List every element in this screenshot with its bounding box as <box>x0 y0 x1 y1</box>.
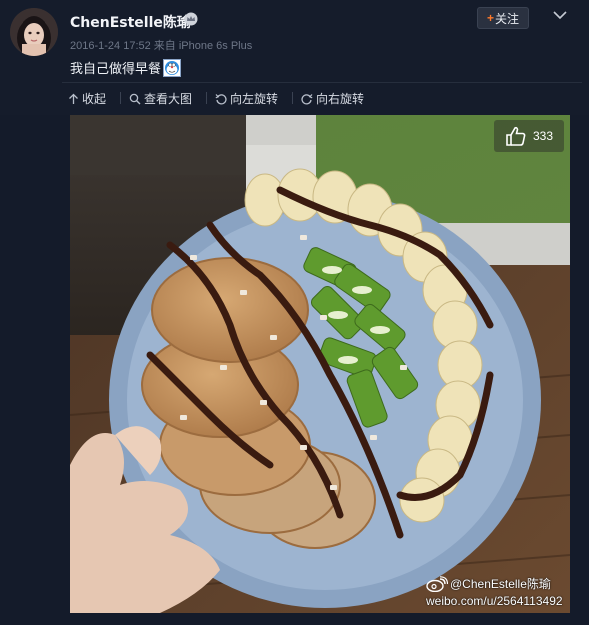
image-toolbar: 收起 查看大图 向左旋转 向右旋转 <box>68 90 378 107</box>
zoom-icon <box>129 93 141 104</box>
post-header: ChenEstelle陈瑜 + 关注 2016-1-24 17:52 来自 iP… <box>0 0 589 115</box>
toolbar-separator <box>206 92 208 104</box>
post-photo[interactable] <box>70 115 570 613</box>
like-badge[interactable]: 333 <box>494 120 564 152</box>
collapse-icon <box>69 93 78 104</box>
follow-plus-icon: + <box>486 11 494 25</box>
rotate-left-icon <box>215 93 227 104</box>
view-large-button[interactable]: 查看大图 <box>129 90 192 107</box>
follow-label: 关注 <box>495 11 520 26</box>
watermark-handle: @ChenEstelle陈瑜 <box>450 577 551 591</box>
post-text: 我自己做得早餐 <box>70 62 162 77</box>
toolbar-separator <box>120 92 122 104</box>
like-count: 333 <box>532 129 554 143</box>
doraemon-emoji-icon <box>163 58 182 77</box>
follow-button[interactable]: + 关注 <box>477 7 529 29</box>
rotate-right-button[interactable]: 向右旋转 <box>301 90 364 107</box>
weibo-logo-icon <box>426 576 448 592</box>
crown-icon[interactable] <box>184 12 198 26</box>
chevron-down-icon[interactable] <box>553 10 567 20</box>
toolbar-separator <box>292 92 294 104</box>
rotate-left-label: 向左旋转 <box>230 92 279 106</box>
avatar-image <box>10 8 58 56</box>
breakfast-photo <box>70 115 570 613</box>
timestamp[interactable]: 2016-1-24 17:52 <box>70 40 151 52</box>
collapse-button[interactable]: 收起 <box>68 90 106 107</box>
watermark-url: weibo.com/u/2564113492 <box>426 594 563 608</box>
rotate-right-label: 向右旋转 <box>316 92 365 106</box>
post-meta: 2016-1-24 17:52 来自 iPhone 6s Plus <box>70 37 252 53</box>
collapse-label: 收起 <box>82 92 107 106</box>
post-source: 来自 iPhone 6s Plus <box>153 40 253 52</box>
username[interactable]: ChenEstelle陈瑜 <box>70 12 191 32</box>
view-large-label: 查看大图 <box>144 92 193 106</box>
watermark: @ChenEstelle陈瑜 weibo.com/u/2564113492 <box>426 576 563 609</box>
thumbs-up-icon <box>506 126 526 146</box>
divider <box>62 82 582 83</box>
avatar[interactable] <box>10 8 58 56</box>
rotate-left-button[interactable]: 向左旋转 <box>215 90 278 107</box>
post-text-row: 我自己做得早餐 <box>70 58 182 77</box>
rotate-right-icon <box>301 93 313 104</box>
